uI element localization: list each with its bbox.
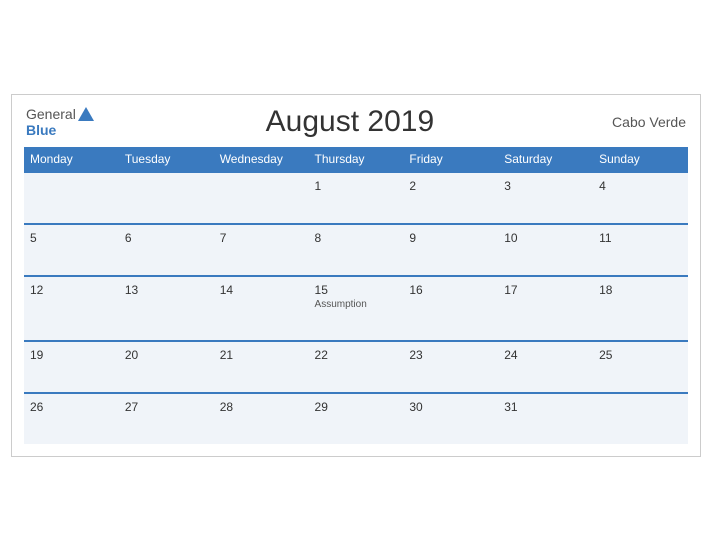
calendar-cell <box>214 172 309 224</box>
calendar-cell: 18 <box>593 276 688 341</box>
day-number: 27 <box>125 400 208 414</box>
day-number: 19 <box>30 348 113 362</box>
calendar-cell: 28 <box>214 393 309 444</box>
calendar-week-row: 1234 <box>24 172 688 224</box>
day-number: 31 <box>504 400 587 414</box>
day-number: 8 <box>315 231 398 245</box>
calendar-cell: 16 <box>403 276 498 341</box>
day-number: 20 <box>125 348 208 362</box>
day-number: 3 <box>504 179 587 193</box>
calendar-cell: 4 <box>593 172 688 224</box>
day-number: 18 <box>599 283 682 297</box>
day-number: 24 <box>504 348 587 362</box>
calendar-cell: 31 <box>498 393 593 444</box>
calendar-week-row: 56789 10 11 <box>24 224 688 276</box>
day-number: 25 <box>599 348 682 362</box>
logo-blue-text: Blue <box>26 122 56 138</box>
calendar: General Blue August 2019 Cabo Verde Mond… <box>11 94 701 457</box>
holiday-name: Assumption <box>315 299 398 310</box>
calendar-cell: 8 <box>309 224 404 276</box>
calendar-cell: 22 <box>309 341 404 393</box>
col-friday: Friday <box>403 147 498 172</box>
calendar-cell: 24 <box>498 341 593 393</box>
calendar-cell: 3 <box>498 172 593 224</box>
calendar-week-row: 19 20 21 22 23 24 25 <box>24 341 688 393</box>
calendar-week-row: 26 27 28 29 30 31 <box>24 393 688 444</box>
calendar-cell: 7 <box>214 224 309 276</box>
day-number: 10 <box>504 231 587 245</box>
calendar-cell: 14 <box>214 276 309 341</box>
calendar-cell: 15 Assumption <box>309 276 404 341</box>
calendar-cell: 17 <box>498 276 593 341</box>
calendar-cell: 23 <box>403 341 498 393</box>
calendar-header: General Blue August 2019 Cabo Verde <box>24 105 688 139</box>
day-number: 5 <box>30 231 113 245</box>
day-number: 17 <box>504 283 587 297</box>
calendar-cell: 1 <box>309 172 404 224</box>
calendar-cell: 30 <box>403 393 498 444</box>
day-number: 29 <box>315 400 398 414</box>
day-number: 21 <box>220 348 303 362</box>
calendar-cell: 13 <box>119 276 214 341</box>
day-number: 30 <box>409 400 492 414</box>
calendar-cell <box>119 172 214 224</box>
day-number: 7 <box>220 231 303 245</box>
calendar-cell: 11 <box>593 224 688 276</box>
col-wednesday: Wednesday <box>214 147 309 172</box>
logo-general-text: General <box>26 106 76 122</box>
col-saturday: Saturday <box>498 147 593 172</box>
country-label: Cabo Verde <box>606 114 686 130</box>
day-number: 22 <box>315 348 398 362</box>
col-tuesday: Tuesday <box>119 147 214 172</box>
calendar-grid: Monday Tuesday Wednesday Thursday Friday… <box>24 147 688 444</box>
day-number: 16 <box>409 283 492 297</box>
day-number: 2 <box>409 179 492 193</box>
col-thursday: Thursday <box>309 147 404 172</box>
calendar-cell: 9 <box>403 224 498 276</box>
logo-triangle-icon <box>78 107 94 121</box>
calendar-title: August 2019 <box>94 105 606 139</box>
day-number: 23 <box>409 348 492 362</box>
calendar-body: 123456789101112131415Assumption161718192… <box>24 172 688 444</box>
day-number: 15 <box>315 283 398 297</box>
day-number: 13 <box>125 283 208 297</box>
col-sunday: Sunday <box>593 147 688 172</box>
calendar-week-row: 12 13 14 15 Assumption 16 17 18 <box>24 276 688 341</box>
calendar-header-row: Monday Tuesday Wednesday Thursday Friday… <box>24 147 688 172</box>
calendar-cell: 5 <box>24 224 119 276</box>
calendar-cell: 12 <box>24 276 119 341</box>
day-number: 11 <box>599 231 682 245</box>
calendar-cell: 21 <box>214 341 309 393</box>
day-number: 28 <box>220 400 303 414</box>
calendar-cell: 2 <box>403 172 498 224</box>
day-number: 9 <box>409 231 492 245</box>
calendar-cell: 10 <box>498 224 593 276</box>
calendar-cell <box>24 172 119 224</box>
day-number: 4 <box>599 179 682 193</box>
calendar-cell: 26 <box>24 393 119 444</box>
calendar-cell <box>593 393 688 444</box>
calendar-cell: 25 <box>593 341 688 393</box>
calendar-cell: 27 <box>119 393 214 444</box>
day-number: 1 <box>315 179 398 193</box>
logo: General Blue <box>26 106 94 138</box>
calendar-cell: 19 <box>24 341 119 393</box>
day-number: 6 <box>125 231 208 245</box>
calendar-cell: 29 <box>309 393 404 444</box>
col-monday: Monday <box>24 147 119 172</box>
day-number: 12 <box>30 283 113 297</box>
calendar-cell: 6 <box>119 224 214 276</box>
day-number: 26 <box>30 400 113 414</box>
calendar-cell: 20 <box>119 341 214 393</box>
day-number: 14 <box>220 283 303 297</box>
